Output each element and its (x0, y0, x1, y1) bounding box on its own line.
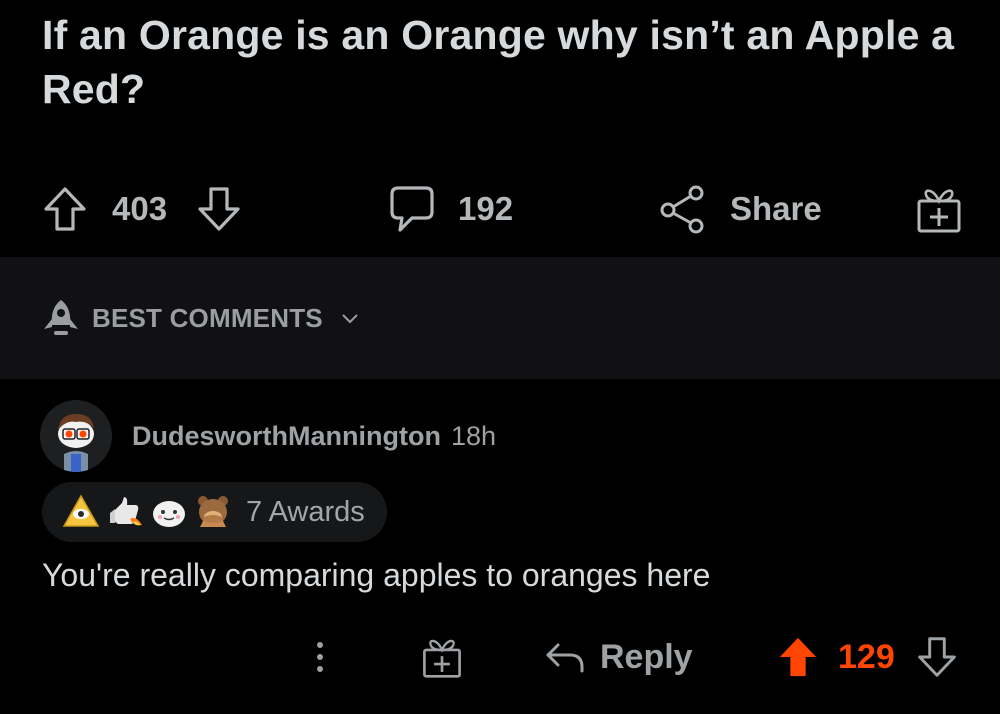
comment-sort-bar: BEST COMMENTS (0, 257, 1000, 379)
wholesome-ghost-award-icon (153, 501, 185, 527)
share-label: Share (730, 190, 822, 227)
comment-header: DudesworthMannington 18h (40, 400, 496, 472)
share-icon (660, 185, 704, 234)
awards-pill[interactable]: 7 Awards (42, 482, 387, 542)
downvote-arrow-icon (918, 637, 956, 677)
avatar[interactable] (40, 400, 112, 472)
post-score-value: 403 (112, 190, 168, 227)
comment-downvote-button[interactable] (916, 628, 958, 686)
give-award-button[interactable] (914, 180, 964, 238)
comment-award-button[interactable] (420, 628, 464, 686)
comment-bubble-icon (390, 186, 434, 232)
upvote-arrow-filled-icon (779, 637, 817, 677)
comments-button[interactable]: 192 (388, 180, 513, 238)
comment-action-bar: Reply 129 (0, 628, 1000, 686)
sort-label: BEST COMMENTS (92, 302, 323, 333)
rocket-icon (44, 300, 78, 335)
illuminati-award-icon (62, 494, 100, 527)
comment-timestamp: 18h (450, 420, 497, 451)
reply-arrow-icon (546, 643, 584, 673)
post-score: 403 (112, 180, 167, 238)
more-options-button[interactable] (310, 628, 330, 686)
post-title: If an Orange is an Orange why isn’t an A… (42, 12, 955, 112)
facepalm-bear-award-icon (198, 496, 228, 527)
snoo-avatar-icon (40, 400, 112, 472)
comments-count: 192 (458, 190, 514, 227)
awards-count: 7 Awards (246, 495, 365, 528)
gift-award-icon (917, 189, 961, 233)
more-vertical-icon (317, 642, 323, 672)
reply-button[interactable]: Reply (544, 628, 693, 686)
thumbs-up-rocket-award-icon (110, 497, 142, 526)
comment-score: 129 (824, 628, 905, 686)
sort-comments-dropdown[interactable]: BEST COMMENTS (40, 297, 359, 339)
reply-label: Reply (600, 637, 693, 676)
downvote-arrow-icon (198, 187, 240, 231)
comment-username[interactable]: DudesworthMannington (132, 421, 441, 452)
share-button[interactable]: Share (658, 180, 822, 238)
gift-award-icon (423, 639, 461, 678)
comment-upvote-button[interactable] (776, 628, 820, 686)
comment-body: You're really comparing apples to orange… (42, 557, 711, 593)
downvote-button[interactable] (196, 180, 242, 238)
post-action-bar: 403 192 Share (0, 180, 1000, 238)
upvote-arrow-icon (44, 187, 86, 231)
upvote-button[interactable] (42, 180, 88, 238)
comment-score-value: 129 (838, 637, 895, 676)
chevron-down-icon (342, 314, 358, 324)
